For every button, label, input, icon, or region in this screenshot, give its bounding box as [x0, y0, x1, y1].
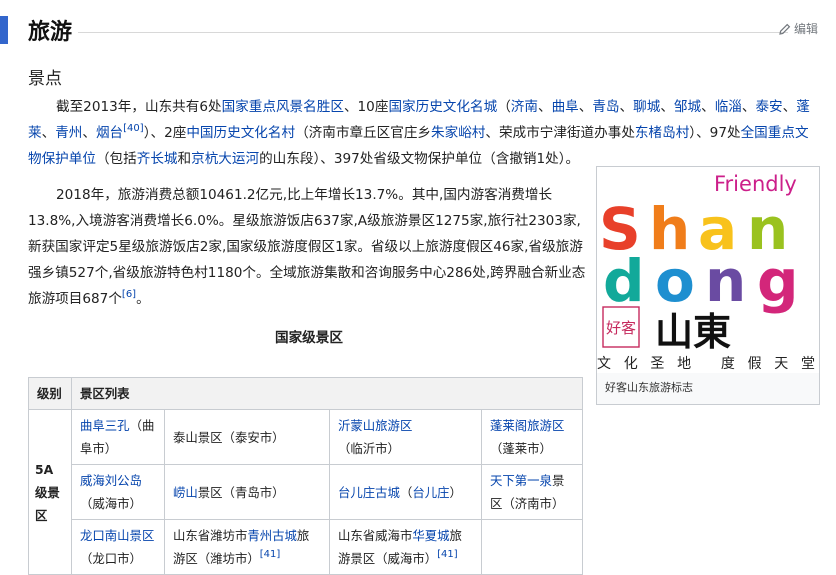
table-cell-empty [481, 519, 583, 575]
link-qingzhou-old-town[interactable]: 青州古城 [247, 528, 297, 543]
friendly-shandong-logo[interactable]: Friendly S h a n d o n g 好客 山東 文化圣地 度假天堂 [597, 167, 819, 373]
pencil-icon [779, 23, 791, 35]
subsection-heading: 景点 [28, 69, 62, 89]
table-title: 国家级景区 [275, 330, 343, 346]
table-cell: 沂蒙山旅游区（临沂市） [329, 409, 482, 465]
table-cell: 泰山景区（泰安市） [164, 409, 330, 465]
table-cell: 山东省潍坊市青州古城旅游区（潍坊市）[41] [164, 519, 330, 575]
table-cell: 台儿庄古城（台儿庄） [329, 464, 482, 520]
link-laoshan[interactable]: 崂山 [173, 485, 198, 500]
table-cell: 崂山景区（青岛市） [164, 464, 330, 520]
link-historic-cities[interactable]: 国家历史文化名城 [388, 99, 497, 115]
link-zoucheng[interactable]: 邹城 [674, 99, 701, 115]
link-huaxiacheng[interactable]: 华夏城 [412, 528, 449, 543]
link-historic-villages[interactable]: 中国历史文化名村 [186, 125, 295, 141]
table-cell: 山东省威海市华夏城旅游景区（威海市）[41] [329, 519, 482, 575]
section-accent-bar [0, 16, 8, 44]
link-taierzhuang-old-town[interactable]: 台儿庄古城 [338, 485, 400, 500]
link-qingdao[interactable]: 青岛 [592, 99, 619, 115]
table-cell: 威海刘公岛（威海市） [71, 464, 165, 520]
section-heading: 旅游 [28, 20, 73, 45]
reference-40[interactable]: [40] [123, 123, 144, 134]
table-header-row: 级别 景区列表 [28, 377, 583, 410]
link-penglaige[interactable]: 蓬莱阁旅游区 [490, 418, 564, 433]
logo-letter-g: g [757, 247, 799, 315]
logo-letter-d: d [603, 247, 645, 315]
edit-link[interactable]: 编辑 [779, 20, 818, 37]
link-liaocheng[interactable]: 聊城 [633, 99, 660, 115]
logo-chinese: 山東 [655, 309, 731, 354]
link-grand-canal[interactable]: 京杭大运河 [191, 151, 259, 167]
table-cell: 蓬莱阁旅游区（蓬莱市） [481, 409, 583, 465]
reference-41[interactable]: [41] [437, 549, 458, 560]
level-cell: 5A级景区 [28, 409, 72, 575]
header-level: 级别 [28, 377, 72, 410]
table-row: 龙口南山景区（龙口市） 山东省潍坊市青州古城旅游区（潍坊市）[41] 山东省威海… [29, 519, 583, 575]
link-taian[interactable]: 泰安 [755, 99, 782, 115]
link-zhujiayu[interactable]: 朱家峪村 [431, 125, 485, 141]
logo-letter-o: o [655, 247, 695, 315]
link-nanshan[interactable]: 龙口南山景区 [80, 528, 154, 543]
heading-divider [78, 32, 788, 33]
paragraph-tourism-stats: 2018年，旅游消费总额10461.2亿元,比上年增长13.7%。其中,国内游客… [28, 187, 586, 307]
table-cell: 龙口南山景区（龙口市） [71, 519, 165, 575]
reference-6[interactable]: [6] [122, 289, 136, 300]
infobox-caption: 好客山东旅游标志 [605, 381, 693, 394]
table-cell: 天下第一泉景区（济南市） [481, 464, 583, 520]
table-row: 5A级景区 曲阜三孔（曲阜市） 泰山景区（泰安市） 沂蒙山旅游区（临沂市） 蓬莱… [28, 409, 583, 575]
link-scenic-areas[interactable]: 国家重点风景名胜区 [222, 99, 344, 115]
table-row: 威海刘公岛（威海市） 崂山景区（青岛市） 台儿庄古城（台儿庄） 天下第一泉景区（… [29, 464, 583, 520]
logo-friendly: Friendly [714, 172, 797, 196]
link-linzi[interactable]: 临淄 [715, 99, 742, 115]
infobox: Friendly S h a n d o n g 好客 山東 文化圣地 度假天堂… [596, 166, 820, 405]
link-liugongdao[interactable]: 威海刘公岛 [80, 473, 142, 488]
link-qufu-sankong[interactable]: 曲阜三孔 [80, 418, 130, 433]
link-qufu[interactable]: 曲阜 [552, 99, 579, 115]
link-qingzhou[interactable]: 青州 [55, 125, 82, 141]
logo-slogan: 文化圣地 度假天堂 [597, 356, 815, 372]
reference-41[interactable]: [41] [260, 549, 281, 560]
edit-label: 编辑 [793, 22, 818, 36]
link-dongchudao[interactable]: 东楮岛村 [635, 125, 689, 141]
link-first-spring[interactable]: 天下第一泉 [490, 473, 552, 488]
paragraph-attractions: 截至2013年，山东共有6处国家重点风景名胜区、10座国家历史文化名城（济南、曲… [28, 99, 810, 167]
link-great-wall-qi[interactable]: 齐长城 [137, 151, 178, 167]
logo-letter-n2: n [705, 247, 746, 315]
link-yimengshan[interactable]: 沂蒙山旅游区 [338, 418, 412, 433]
link-yantai[interactable]: 烟台 [96, 125, 123, 141]
logo-seal-text: 好客 [606, 319, 636, 337]
table-cell: 曲阜三孔（曲阜市） [71, 409, 165, 465]
header-list: 景区列表 [71, 377, 583, 410]
link-jinan[interactable]: 济南 [511, 99, 538, 115]
scenic-area-table: 级别 景区列表 5A级景区 曲阜三孔（曲阜市） 泰山景区（泰安市） 沂蒙山旅游区… [28, 377, 583, 575]
link-taierzhuang[interactable]: 台儿庄 [412, 485, 449, 500]
